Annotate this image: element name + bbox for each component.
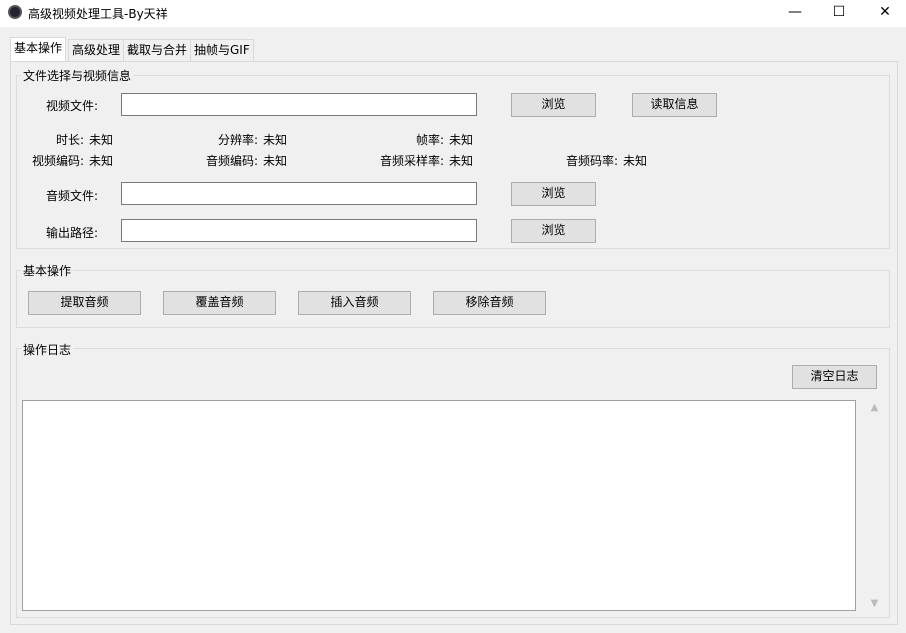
resolution-label: 分辨率: bbox=[217, 133, 258, 147]
extract-audio-button[interactable]: 提取音频 bbox=[28, 291, 141, 315]
tab-cut-merge[interactable]: 截取与合并 bbox=[123, 39, 192, 61]
vcodec-label: 视频编码: bbox=[31, 154, 84, 168]
duration-label: 时长: bbox=[55, 133, 84, 147]
vcodec-value: 未知 bbox=[89, 154, 114, 168]
minimize-button[interactable]: — bbox=[772, 0, 818, 27]
scroll-down-icon[interactable]: ▼ bbox=[866, 598, 883, 609]
app-icon bbox=[8, 5, 22, 19]
scroll-up-icon[interactable]: ▲ bbox=[866, 402, 883, 413]
window-title: 高级视频处理工具-By天祥 bbox=[28, 7, 168, 21]
acodec-value: 未知 bbox=[263, 154, 288, 168]
video-file-label: 视频文件: bbox=[45, 99, 98, 113]
insert-audio-button[interactable]: 插入音频 bbox=[298, 291, 411, 315]
maximize-button[interactable]: ☐ bbox=[816, 0, 862, 27]
samplerate-value: 未知 bbox=[449, 154, 474, 168]
fps-value: 未知 bbox=[449, 133, 474, 147]
replace-audio-button[interactable]: 覆盖音频 bbox=[163, 291, 276, 315]
output-browse-button[interactable]: 浏览 bbox=[511, 219, 596, 243]
log-scrollbar[interactable]: ▲ ▼ bbox=[866, 400, 883, 611]
audio-file-input[interactable] bbox=[121, 182, 477, 205]
read-info-button[interactable]: 读取信息 bbox=[632, 93, 717, 117]
output-path-input[interactable] bbox=[121, 219, 477, 242]
clear-log-button[interactable]: 清空日志 bbox=[792, 365, 877, 389]
tab-basic[interactable]: 基本操作 bbox=[10, 37, 67, 61]
ops-group-title: 基本操作 bbox=[21, 262, 74, 279]
samplerate-label: 音频采样率: bbox=[379, 154, 444, 168]
title-bar: 高级视频处理工具-By天祥 — ☐ ✕ bbox=[0, 0, 906, 27]
video-browse-button[interactable]: 浏览 bbox=[511, 93, 596, 117]
remove-audio-button[interactable]: 移除音频 bbox=[433, 291, 546, 315]
log-group-title: 操作日志 bbox=[21, 341, 74, 358]
file-group-title: 文件选择与视频信息 bbox=[21, 67, 134, 84]
tab-advanced[interactable]: 高级处理 bbox=[68, 39, 125, 61]
abitrate-value: 未知 bbox=[623, 154, 648, 168]
resolution-value: 未知 bbox=[263, 133, 288, 147]
abitrate-label: 音频码率: bbox=[565, 154, 618, 168]
audio-file-label: 音频文件: bbox=[45, 189, 98, 203]
duration-value: 未知 bbox=[89, 133, 114, 147]
log-textarea[interactable] bbox=[22, 400, 856, 611]
output-path-label: 输出路径: bbox=[45, 226, 98, 240]
video-file-input[interactable] bbox=[121, 93, 477, 116]
close-button[interactable]: ✕ bbox=[862, 0, 906, 27]
audio-browse-button[interactable]: 浏览 bbox=[511, 182, 596, 206]
tab-frames-gif[interactable]: 抽帧与GIF bbox=[190, 39, 254, 61]
acodec-label: 音频编码: bbox=[205, 154, 258, 168]
fps-label: 帧率: bbox=[415, 133, 444, 147]
